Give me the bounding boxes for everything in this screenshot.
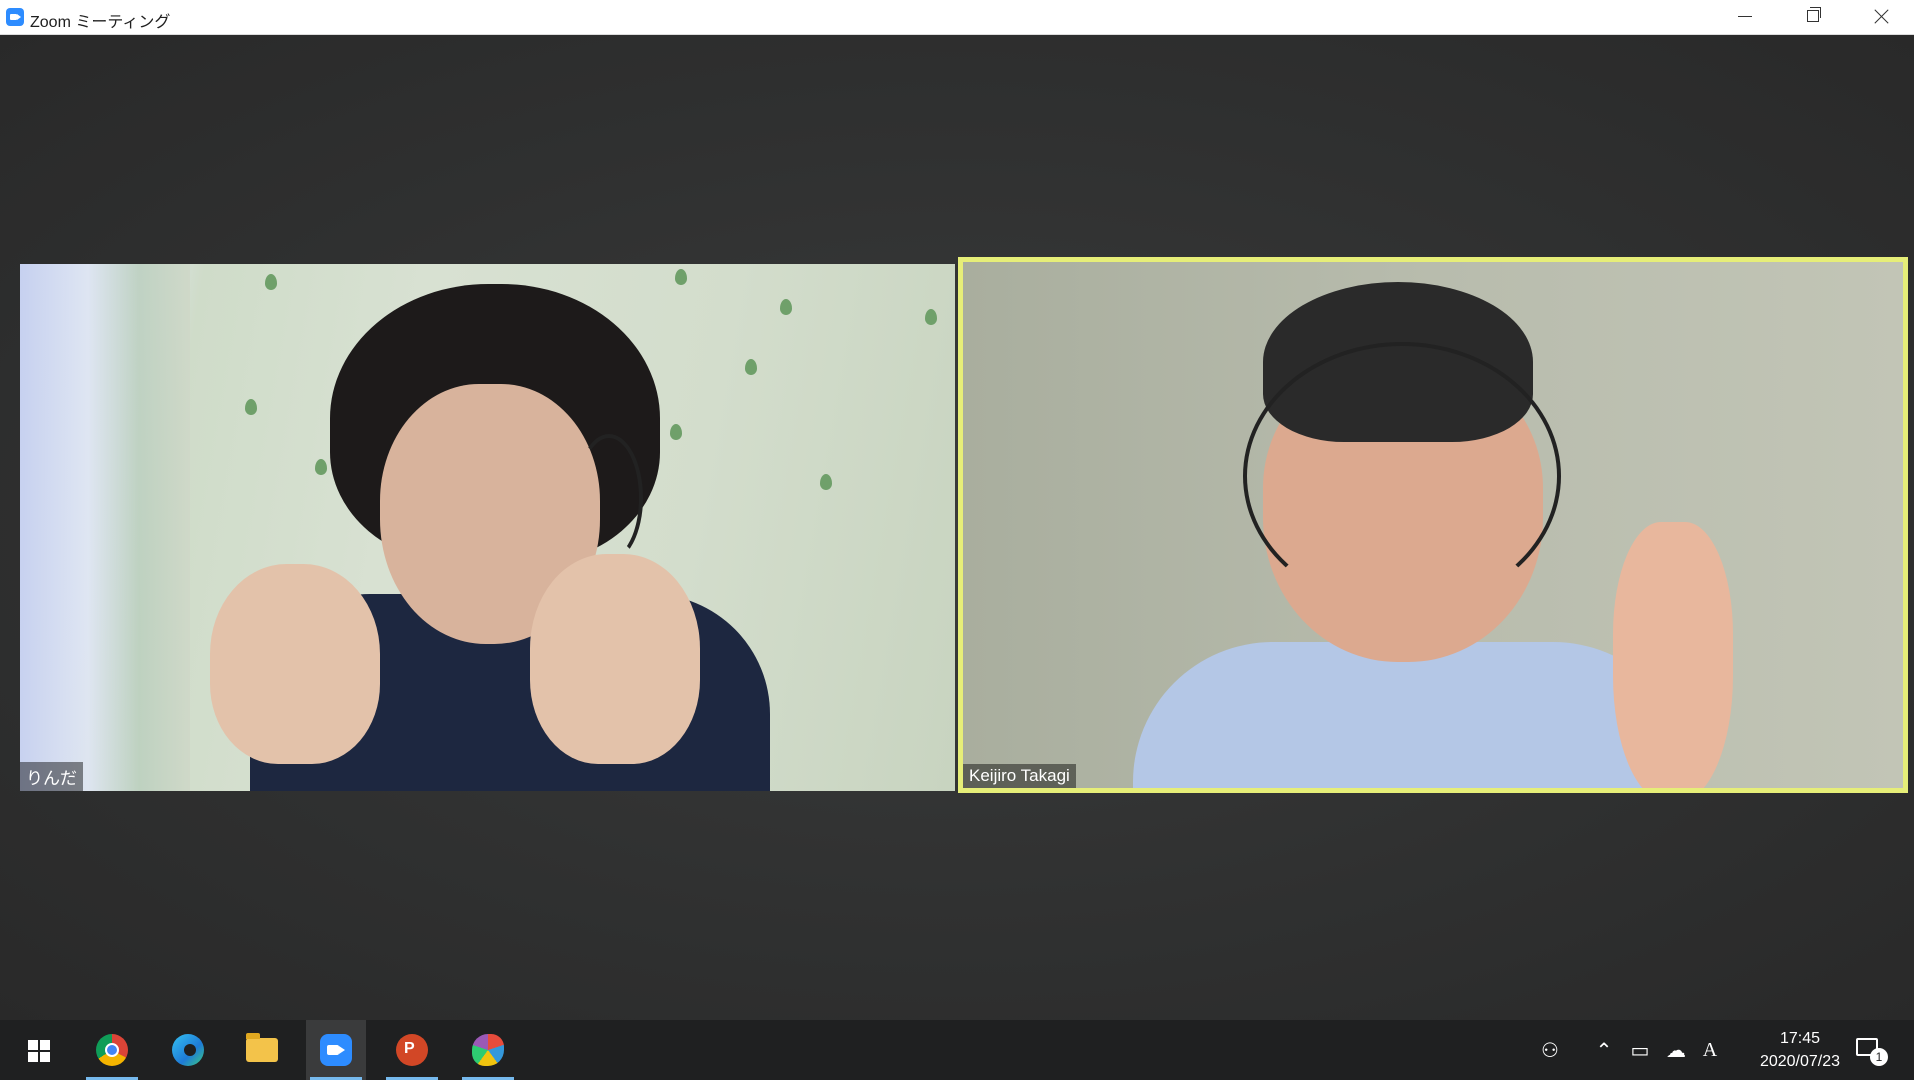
chrome-icon: [96, 1034, 128, 1066]
taskbar-file-explorer[interactable]: [232, 1020, 292, 1080]
minimize-button[interactable]: [1710, 0, 1778, 34]
close-button[interactable]: [1846, 0, 1914, 34]
headset-icon: [1243, 342, 1561, 610]
taskbar-powerpoint[interactable]: P: [382, 1020, 442, 1080]
taskbar-chrome[interactable]: [82, 1020, 142, 1080]
leaf-decal: [925, 309, 937, 325]
meeting-gallery-view: りんだ Keijiro Takagi: [0, 35, 1914, 1020]
headset-icon: [575, 434, 643, 562]
taskbar-paint[interactable]: [458, 1020, 518, 1080]
leaf-decal: [745, 359, 757, 375]
minimize-icon: [1738, 16, 1752, 17]
ime-indicator[interactable]: A: [1698, 1038, 1722, 1062]
paint-icon: [472, 1034, 504, 1066]
participant-name-tag: りんだ: [20, 762, 83, 791]
people-icon[interactable]: ⚇: [1538, 1038, 1562, 1062]
restore-icon: [1807, 10, 1819, 22]
video-tile-participant-2[interactable]: Keijiro Takagi: [958, 257, 1908, 793]
curtain: [20, 264, 190, 791]
restore-button[interactable]: [1778, 0, 1846, 34]
title-bar: Zoom ミーティング: [0, 0, 1914, 35]
edge-icon: [172, 1034, 204, 1066]
action-center-button[interactable]: 1: [1856, 1036, 1888, 1066]
window-title: Zoom ミーティング: [30, 14, 171, 31]
participant-hand: [210, 564, 380, 764]
leaf-decal: [820, 474, 832, 490]
taskbar-edge[interactable]: [158, 1020, 218, 1080]
participant-hand: [530, 554, 700, 764]
leaf-decal: [675, 269, 687, 285]
zoom-app-icon: [6, 8, 24, 26]
leaf-decal: [780, 299, 792, 315]
battery-icon[interactable]: ▭: [1628, 1038, 1652, 1062]
taskbar-zoom[interactable]: [306, 1020, 366, 1080]
windows-start-icon: [28, 1040, 50, 1062]
video-tile-participant-1[interactable]: りんだ: [20, 264, 955, 791]
leaf-decal: [315, 459, 327, 475]
notification-count-badge: 1: [1870, 1048, 1888, 1066]
leaf-decal: [265, 274, 277, 290]
participant-shirt: [1133, 642, 1693, 788]
powerpoint-icon: P: [396, 1034, 428, 1066]
leaf-decal: [670, 424, 682, 440]
participant-name-tag: Keijiro Takagi: [963, 764, 1076, 788]
onedrive-icon[interactable]: ☁: [1664, 1038, 1688, 1062]
clock-time[interactable]: 17:45: [1760, 1030, 1840, 1048]
leaf-decal: [245, 399, 257, 415]
chevron-up-icon[interactable]: ⌃: [1592, 1038, 1616, 1062]
windows-taskbar: P ⚇ ⌃ ▭ ☁ A 17:45 2020/07/23 1: [0, 1020, 1914, 1080]
clock-date[interactable]: 2020/07/23: [1735, 1053, 1865, 1071]
file-explorer-icon: [246, 1033, 278, 1062]
zoom-icon: [320, 1034, 352, 1066]
participant-hand: [1613, 522, 1733, 788]
start-button[interactable]: [6, 1020, 66, 1080]
